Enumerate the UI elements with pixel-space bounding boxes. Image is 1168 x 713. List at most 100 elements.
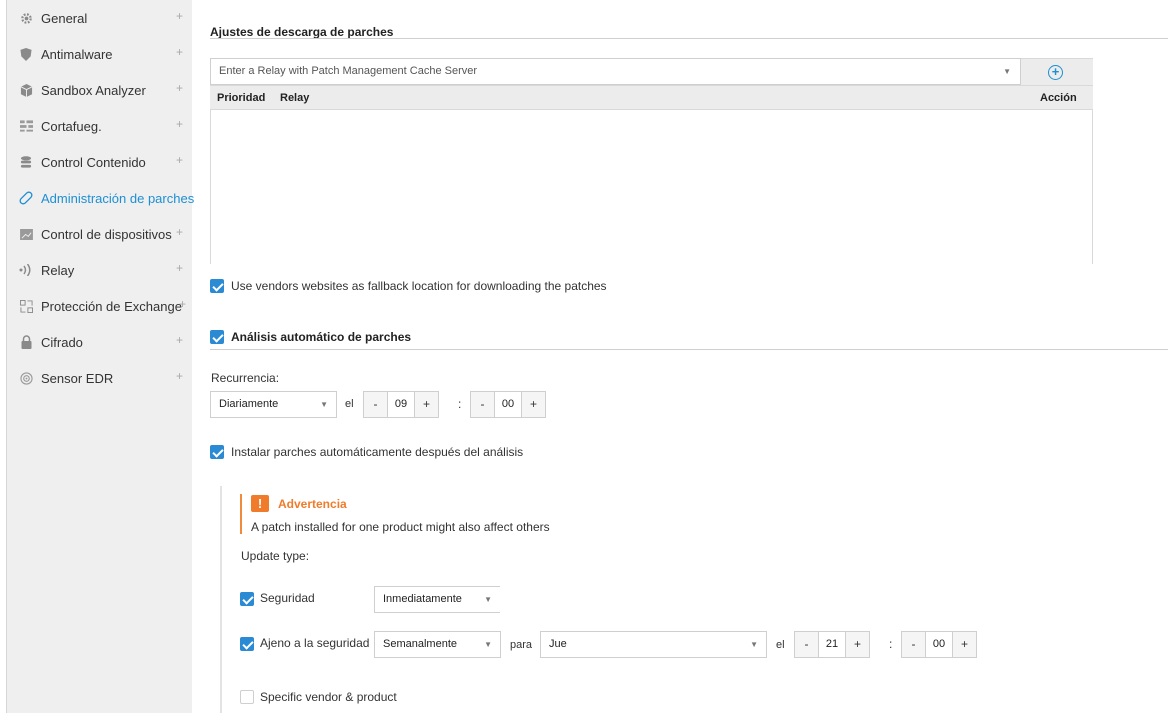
column-header-priority[interactable]: Prioridad [217,92,265,104]
sidebar-item-label: Antimalware [41,46,113,62]
el-label: el [776,639,785,651]
sidebar-item-sandbox-analyzer[interactable]: Sandbox Analyzer + [7,72,192,108]
non-security-schedule-value: Semanalmente [383,638,457,650]
lock-icon [19,335,33,349]
fallback-checkbox[interactable] [210,279,224,293]
sidebar-item-label: Cifrado [41,334,83,350]
specific-vendor-checkbox[interactable] [240,690,254,704]
expand-icon[interactable]: + [176,261,183,275]
day-value: Jue [549,638,567,650]
expand-icon[interactable]: + [176,9,183,23]
device-icon [19,227,33,241]
sidebar-item-label: Sandbox Analyzer [41,82,146,98]
shield-icon [19,47,33,61]
el-label: el [345,398,354,410]
sidebar-item-cifrado[interactable]: Cifrado + [7,324,192,360]
security-label: Seguridad [260,591,315,605]
sidebar-item-label: Administración de parches [41,190,195,206]
patch-icon [19,191,33,205]
expand-icon[interactable]: + [179,297,186,311]
sidebar-item-relay[interactable]: Relay + [7,252,192,288]
warning-icon: ! [251,495,269,512]
hour-value[interactable]: 09 [387,392,415,417]
install-minute-stepper[interactable]: - 00 + [901,631,977,658]
time-separator: : [889,637,893,651]
non-security-checkbox[interactable] [240,637,254,651]
sidebar-item-proteccion-exchange[interactable]: Protección de Exchange + [7,288,192,324]
add-relay-cell: + [1021,58,1093,85]
exchange-icon [19,299,33,313]
install-minute-decrement-button[interactable]: - [902,632,925,657]
warning-accent-bar [240,494,242,534]
add-icon[interactable]: + [1048,65,1063,80]
expand-icon[interactable]: + [176,153,183,167]
para-label: para [510,639,533,651]
minute-decrement-button[interactable]: - [471,392,494,417]
chevron-down-icon: ▼ [750,640,758,649]
install-minute-value[interactable]: 00 [925,632,953,657]
firewall-icon [19,119,33,133]
minute-stepper[interactable]: - 00 + [470,391,546,418]
sidebar-item-label: Control Contenido [41,154,146,170]
time-separator: : [458,397,462,411]
non-security-schedule-select[interactable]: Semanalmente ▼ [374,631,501,658]
auto-scan-checkbox[interactable] [210,330,224,344]
install-hour-stepper[interactable]: - 21 + [794,631,870,658]
expand-icon[interactable]: + [176,369,183,383]
minute-value[interactable]: 00 [494,392,522,417]
security-schedule-select[interactable]: Inmediatamente ▼ [374,586,500,613]
table-header: Prioridad Relay Acción [210,85,1093,110]
security-checkbox[interactable] [240,592,254,606]
database-icon [19,155,33,169]
chevron-down-icon: ▼ [1003,67,1011,76]
expand-icon[interactable]: + [176,81,183,95]
auto-scan-title: Análisis automático de parches [231,330,412,344]
column-header-action: Acción [1040,92,1077,104]
sidebar: General + Antimalware + Sandbox Analyzer… [0,0,195,713]
expand-icon[interactable]: + [176,225,183,239]
specific-vendor-label: Specific vendor & product [260,690,397,704]
install-hour-value[interactable]: 21 [818,632,846,657]
non-security-label: Ajeno a la seguridad [260,636,370,650]
relay-icon [19,263,33,277]
chevron-down-icon: ▼ [320,400,328,409]
relay-input[interactable]: Enter a Relay with Patch Management Cach… [210,58,1021,85]
day-select[interactable]: Jue ▼ [540,631,767,658]
section-divider [210,38,1168,39]
sidebar-item-label: Sensor EDR [41,370,114,386]
minute-increment-button[interactable]: + [522,392,545,417]
recurrence-value: Diariamente [219,398,279,410]
sidebar-item-label: Control de dispositivos [41,226,172,242]
install-hour-increment-button[interactable]: + [846,632,869,657]
expand-icon[interactable]: + [176,45,183,59]
gear-icon [19,11,33,25]
security-schedule-value: Inmediatamente [383,593,462,605]
sidebar-item-sensor-edr[interactable]: Sensor EDR + [7,360,192,396]
recurrence-label: Recurrencia: [211,371,280,385]
install-hour-decrement-button[interactable]: - [795,632,818,657]
install-minute-increment-button[interactable]: + [953,632,976,657]
section-divider [210,349,1168,350]
warning-title: Advertencia [278,497,347,511]
expand-icon[interactable]: + [176,117,183,131]
auto-install-label: Instalar parches automáticamente después… [231,445,524,459]
hour-stepper[interactable]: - 09 + [363,391,439,418]
warning-text: A patch installed for one product might … [251,520,550,534]
hour-decrement-button[interactable]: - [364,392,387,417]
hour-increment-button[interactable]: + [415,392,438,417]
sidebar-item-administracion-parches[interactable]: Administración de parches [7,180,195,216]
expand-icon[interactable]: + [176,333,183,347]
recurrence-select[interactable]: Diariamente ▼ [210,391,337,418]
auto-install-checkbox[interactable] [210,445,224,459]
sidebar-item-control-dispositivos[interactable]: Control de dispositivos + [7,216,192,252]
sidebar-item-antimalware[interactable]: Antimalware + [7,36,192,72]
cube-icon [19,83,33,97]
fallback-label: Use vendors websites as fallback locatio… [231,279,607,293]
sidebar-item-control-contenido[interactable]: Control Contenido + [7,144,192,180]
sidebar-item-general[interactable]: General + [7,0,192,36]
download-section-title: Ajustes de descarga de parches [210,25,394,39]
sidebar-item-cortafuegos[interactable]: Cortafueg. + [7,108,192,144]
column-header-relay[interactable]: Relay [280,92,309,104]
sidebar-item-label: Cortafueg. [41,118,102,134]
chevron-down-icon: ▼ [484,640,492,649]
